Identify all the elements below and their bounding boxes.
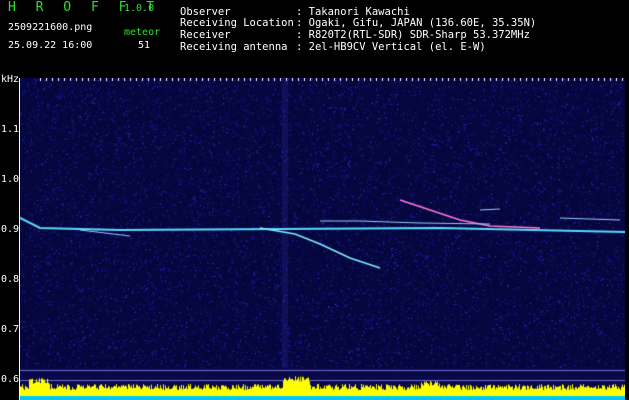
y-tick-label: 0.9 <box>1 224 20 235</box>
info-receiver-key: Receiver <box>180 29 231 41</box>
y-axis-line <box>19 78 20 400</box>
meteor-count: 51 <box>138 40 151 51</box>
y-axis-unit: kHz <box>1 74 20 85</box>
spectrogram <box>20 78 625 400</box>
y-tick-label: 1.0 <box>1 174 20 185</box>
y-tick-label: 0.8 <box>1 274 20 285</box>
info-location-value: : Ogaki, Gifu, JAPAN (136.60E, 35.35N) <box>296 17 537 29</box>
y-tick-label: 0.6 <box>1 374 20 385</box>
app-version: 1.0.0 <box>124 3 155 14</box>
y-tick-label: 1.1 <box>1 124 20 135</box>
info-antenna-key: Receiving antenna <box>180 41 288 53</box>
spectrogram-canvas <box>20 78 625 400</box>
y-tick-label: 0.7 <box>1 324 20 335</box>
datetime: 25.09.22 16:00 <box>8 40 93 51</box>
filename: 2509221600.png <box>8 22 93 33</box>
meteor-label: meteor <box>124 27 161 38</box>
info-receiver-value: : R820T2(RTL-SDR) SDR-Sharp 53.372MHz <box>296 29 530 41</box>
info-location-key: Receiving Location <box>180 17 294 29</box>
info-antenna-value: : 2el-HB9CV Vertical (el. E-W) <box>296 41 486 53</box>
